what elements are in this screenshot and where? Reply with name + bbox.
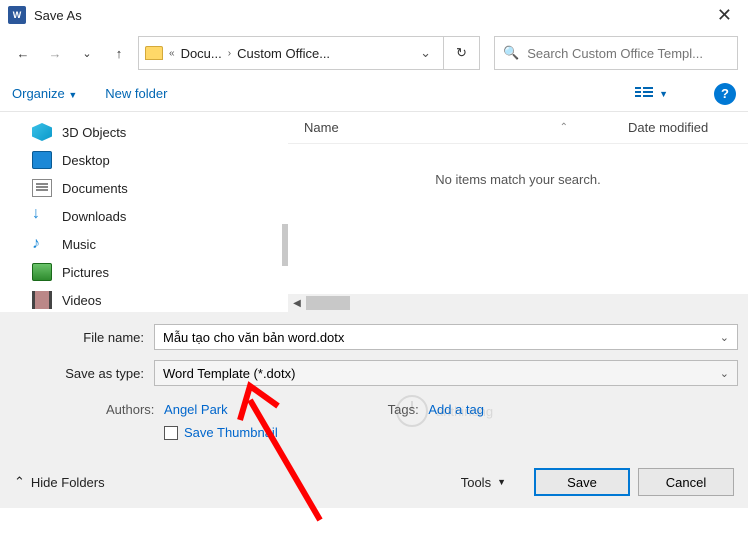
download-icon (32, 207, 52, 225)
sort-indicator-icon: ⌃ (560, 122, 568, 133)
authors-value[interactable]: Angel Park (164, 402, 228, 417)
word-icon: W (8, 6, 26, 24)
save-as-type-label: Save as type: (10, 366, 154, 381)
new-folder-button[interactable]: New folder (105, 86, 167, 101)
search-icon: 🔍 (503, 45, 519, 61)
save-button[interactable]: Save (534, 468, 630, 496)
chevron-up-icon: ⌃ (14, 474, 25, 490)
navpane-item-music[interactable]: Music (0, 230, 282, 258)
explorer-body: 3D Objects Desktop Documents Downloads M… (0, 112, 748, 312)
recent-dropdown-icon[interactable]: ⌄ (74, 37, 100, 69)
navpane-item-pictures[interactable]: Pictures (0, 258, 282, 286)
breadcrumb[interactable]: « Docu... › Custom Office... ⌄ (138, 36, 444, 70)
cube-icon (32, 123, 52, 141)
tags-value[interactable]: Add a tag (428, 402, 484, 417)
navpane-item-3d-objects[interactable]: 3D Objects (0, 118, 282, 146)
refresh-button[interactable]: ↻ (444, 36, 480, 70)
file-list-pane: Name ⌃ Date modified No items match your… (288, 112, 748, 312)
music-icon (32, 235, 52, 253)
desktop-icon (32, 151, 52, 169)
breadcrumb-seg[interactable]: Custom Office... (237, 46, 330, 61)
back-button[interactable]: ← (10, 37, 36, 69)
view-options-button[interactable]: ▼ (635, 87, 668, 101)
folder-icon (145, 46, 163, 60)
chevron-right-icon: › (226, 48, 233, 59)
window-title: Save As (34, 8, 709, 23)
chevron-down-icon[interactable]: ⌄ (720, 331, 729, 344)
save-as-type-combo[interactable]: Word Template (*.dotx)⌄ (154, 360, 738, 386)
save-thumbnail-checkbox[interactable] (164, 426, 178, 440)
help-icon[interactable]: ? (714, 83, 736, 105)
up-button[interactable]: ↑ (106, 37, 132, 69)
address-bar-row: ← → ⌄ ↑ « Docu... › Custom Office... ⌄ ↻… (0, 30, 748, 76)
navpane-item-documents[interactable]: Documents (0, 174, 282, 202)
navigation-pane: 3D Objects Desktop Documents Downloads M… (0, 112, 282, 312)
column-name[interactable]: Name ⌃ (288, 120, 628, 135)
navpane-item-downloads[interactable]: Downloads (0, 202, 282, 230)
toolbar: Organize ▼ New folder ▼ ? (0, 76, 748, 112)
breadcrumb-seg[interactable]: Docu... (181, 46, 222, 61)
titlebar: W Save As ✕ (0, 0, 748, 30)
scroll-left-icon[interactable]: ◀ (288, 298, 306, 309)
scroll-thumb[interactable] (306, 296, 350, 310)
metadata-row: Authors: Angel Park Tags: Add a tag (10, 394, 738, 425)
chevron-left-icon: « (167, 48, 177, 59)
forward-button[interactable]: → (42, 37, 68, 69)
authors-label: Authors: (106, 402, 154, 417)
navpane-item-videos[interactable]: Videos (0, 286, 282, 312)
footer: ⌃ Hide Folders Tools▼ Save Cancel (0, 456, 748, 508)
videos-icon (32, 291, 52, 309)
search-input[interactable] (527, 46, 729, 61)
hide-folders-button[interactable]: ⌃ Hide Folders (14, 474, 105, 490)
save-fields-area: File name: Mẫu tạo cho văn bản word.dotx… (0, 312, 748, 456)
column-headers: Name ⌃ Date modified (288, 112, 748, 144)
organize-menu[interactable]: Organize ▼ (12, 86, 77, 101)
cancel-button[interactable]: Cancel (638, 468, 734, 496)
tools-menu[interactable]: Tools▼ (461, 475, 506, 490)
filename-label: File name: (10, 330, 154, 345)
tags-label: Tags: (388, 402, 419, 417)
navpane-item-desktop[interactable]: Desktop (0, 146, 282, 174)
horizontal-scrollbar[interactable]: ◀ (288, 294, 748, 312)
filename-input[interactable]: Mẫu tạo cho văn bản word.dotx⌄ (154, 324, 738, 350)
search-box[interactable]: 🔍 (494, 36, 738, 70)
pictures-icon (32, 263, 52, 281)
chevron-down-icon[interactable]: ⌄ (414, 45, 437, 61)
save-thumbnail-row: Save Thumbnail (164, 425, 738, 456)
close-icon[interactable]: ✕ (709, 1, 740, 30)
column-date-modified[interactable]: Date modified (628, 120, 748, 135)
document-icon (32, 179, 52, 197)
empty-message: No items match your search. (288, 172, 748, 187)
chevron-down-icon[interactable]: ⌄ (720, 367, 729, 380)
save-thumbnail-label[interactable]: Save Thumbnail (184, 425, 278, 440)
